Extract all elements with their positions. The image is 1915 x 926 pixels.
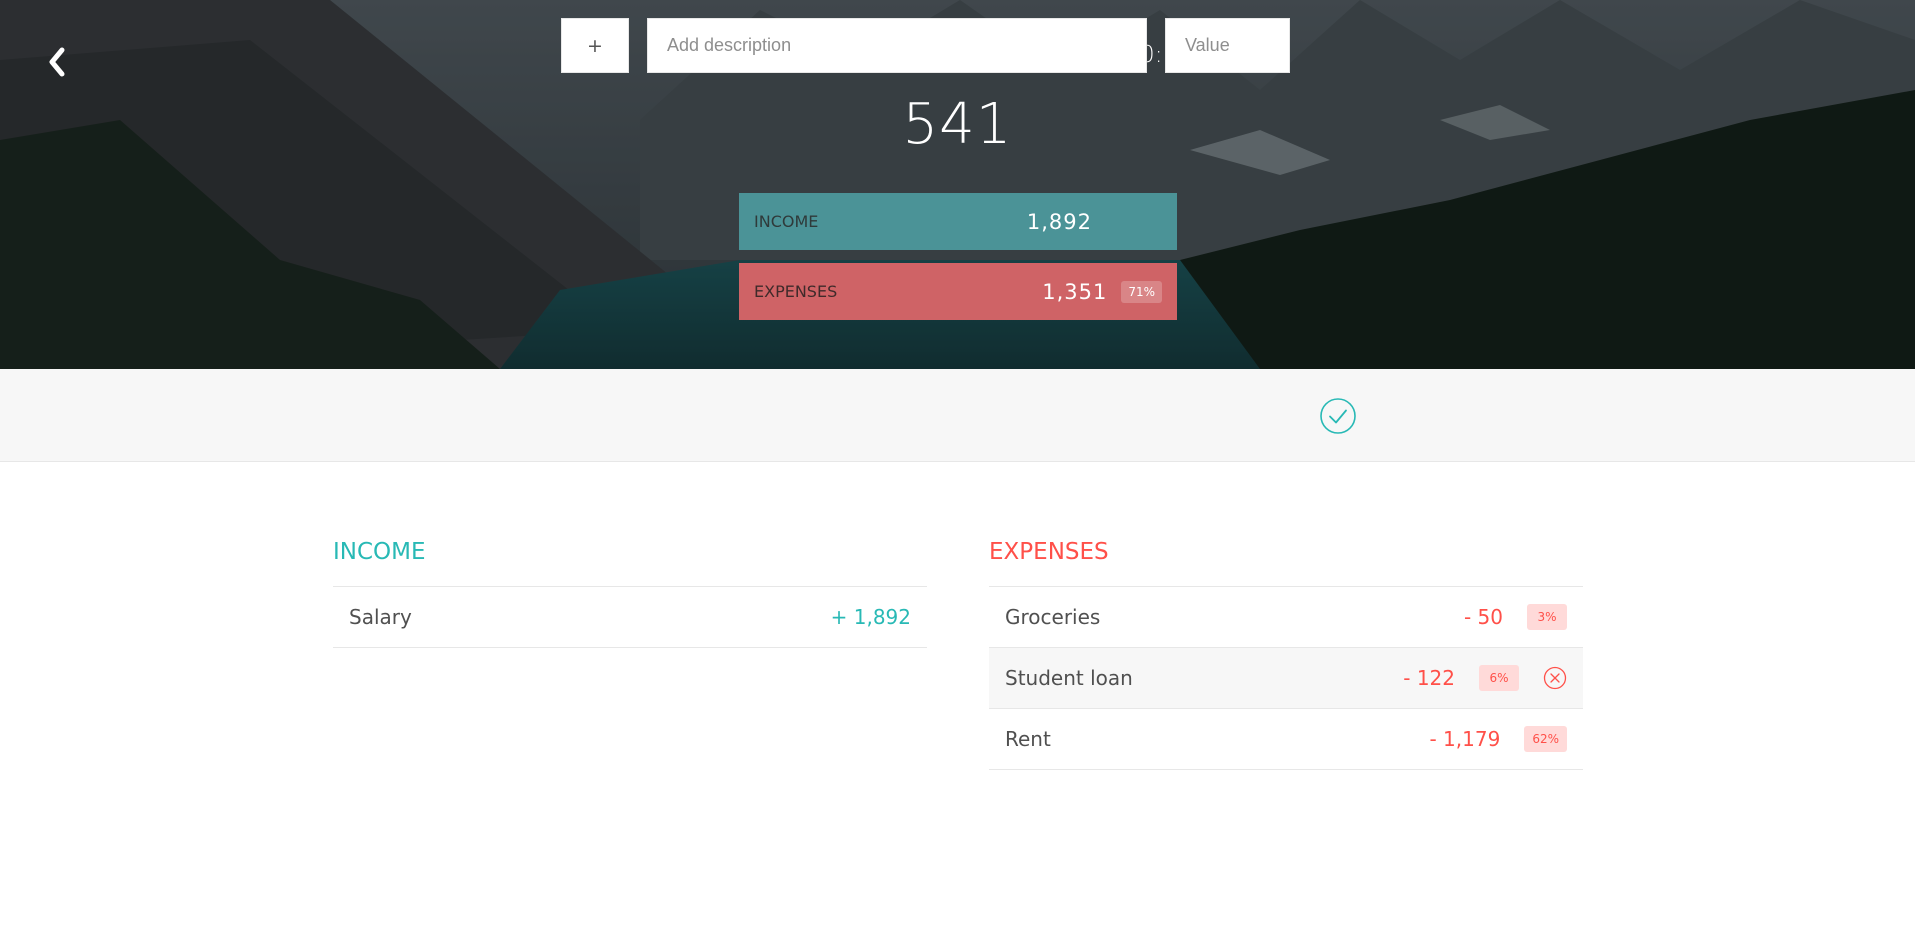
income-item[interactable]: Salary + 1,892 [333,587,927,648]
income-list: INCOME Salary + 1,892 [333,534,927,648]
check-circle-icon [1320,398,1356,434]
expenses-summary-label: EXPENSES [754,282,838,301]
expense-item[interactable]: Rent - 1,179 62% [989,709,1583,770]
expenses-list: EXPENSES Groceries - 50 3% Student loan … [989,534,1583,770]
expenses-summary: EXPENSES 1,351 71% [739,263,1177,320]
item-amount: - 122 [1403,666,1455,690]
add-button[interactable] [1319,397,1357,435]
item-description: Student loan [1005,666,1133,690]
item-description: Salary [349,605,412,629]
expenses-percentage-badge: 71% [1121,280,1162,303]
income-summary: INCOME 1,892 [739,193,1177,250]
item-percentage-badge: 6% [1479,665,1519,691]
type-select[interactable]: + [561,18,629,73]
item-percentage-badge: 3% [1527,604,1567,630]
item-description: Groceries [1005,605,1101,629]
item-amount: - 1,179 [1429,727,1501,751]
close-circle-icon [1543,666,1567,690]
item-amount: + 1,892 [830,605,911,629]
income-summary-label: INCOME [754,212,819,231]
description-input[interactable] [647,18,1147,73]
add-item-bar [0,369,1915,462]
available-budget-value: 541 [902,92,1013,157]
item-amount: - 50 [1463,605,1503,629]
item-description: Rent [1005,727,1051,751]
delete-item-button[interactable] [1543,666,1567,690]
income-summary-value: 1,892 [1026,209,1092,234]
expenses-summary-value: 1,351 [1042,279,1108,304]
value-input[interactable] [1165,18,1290,73]
income-list-title: INCOME [333,534,927,587]
expenses-list-title: EXPENSES [989,534,1583,587]
item-percentage-badge: 62% [1524,726,1567,752]
expense-item[interactable]: Student loan - 122 6% [989,648,1583,709]
expense-item[interactable]: Groceries - 50 3% [989,587,1583,648]
